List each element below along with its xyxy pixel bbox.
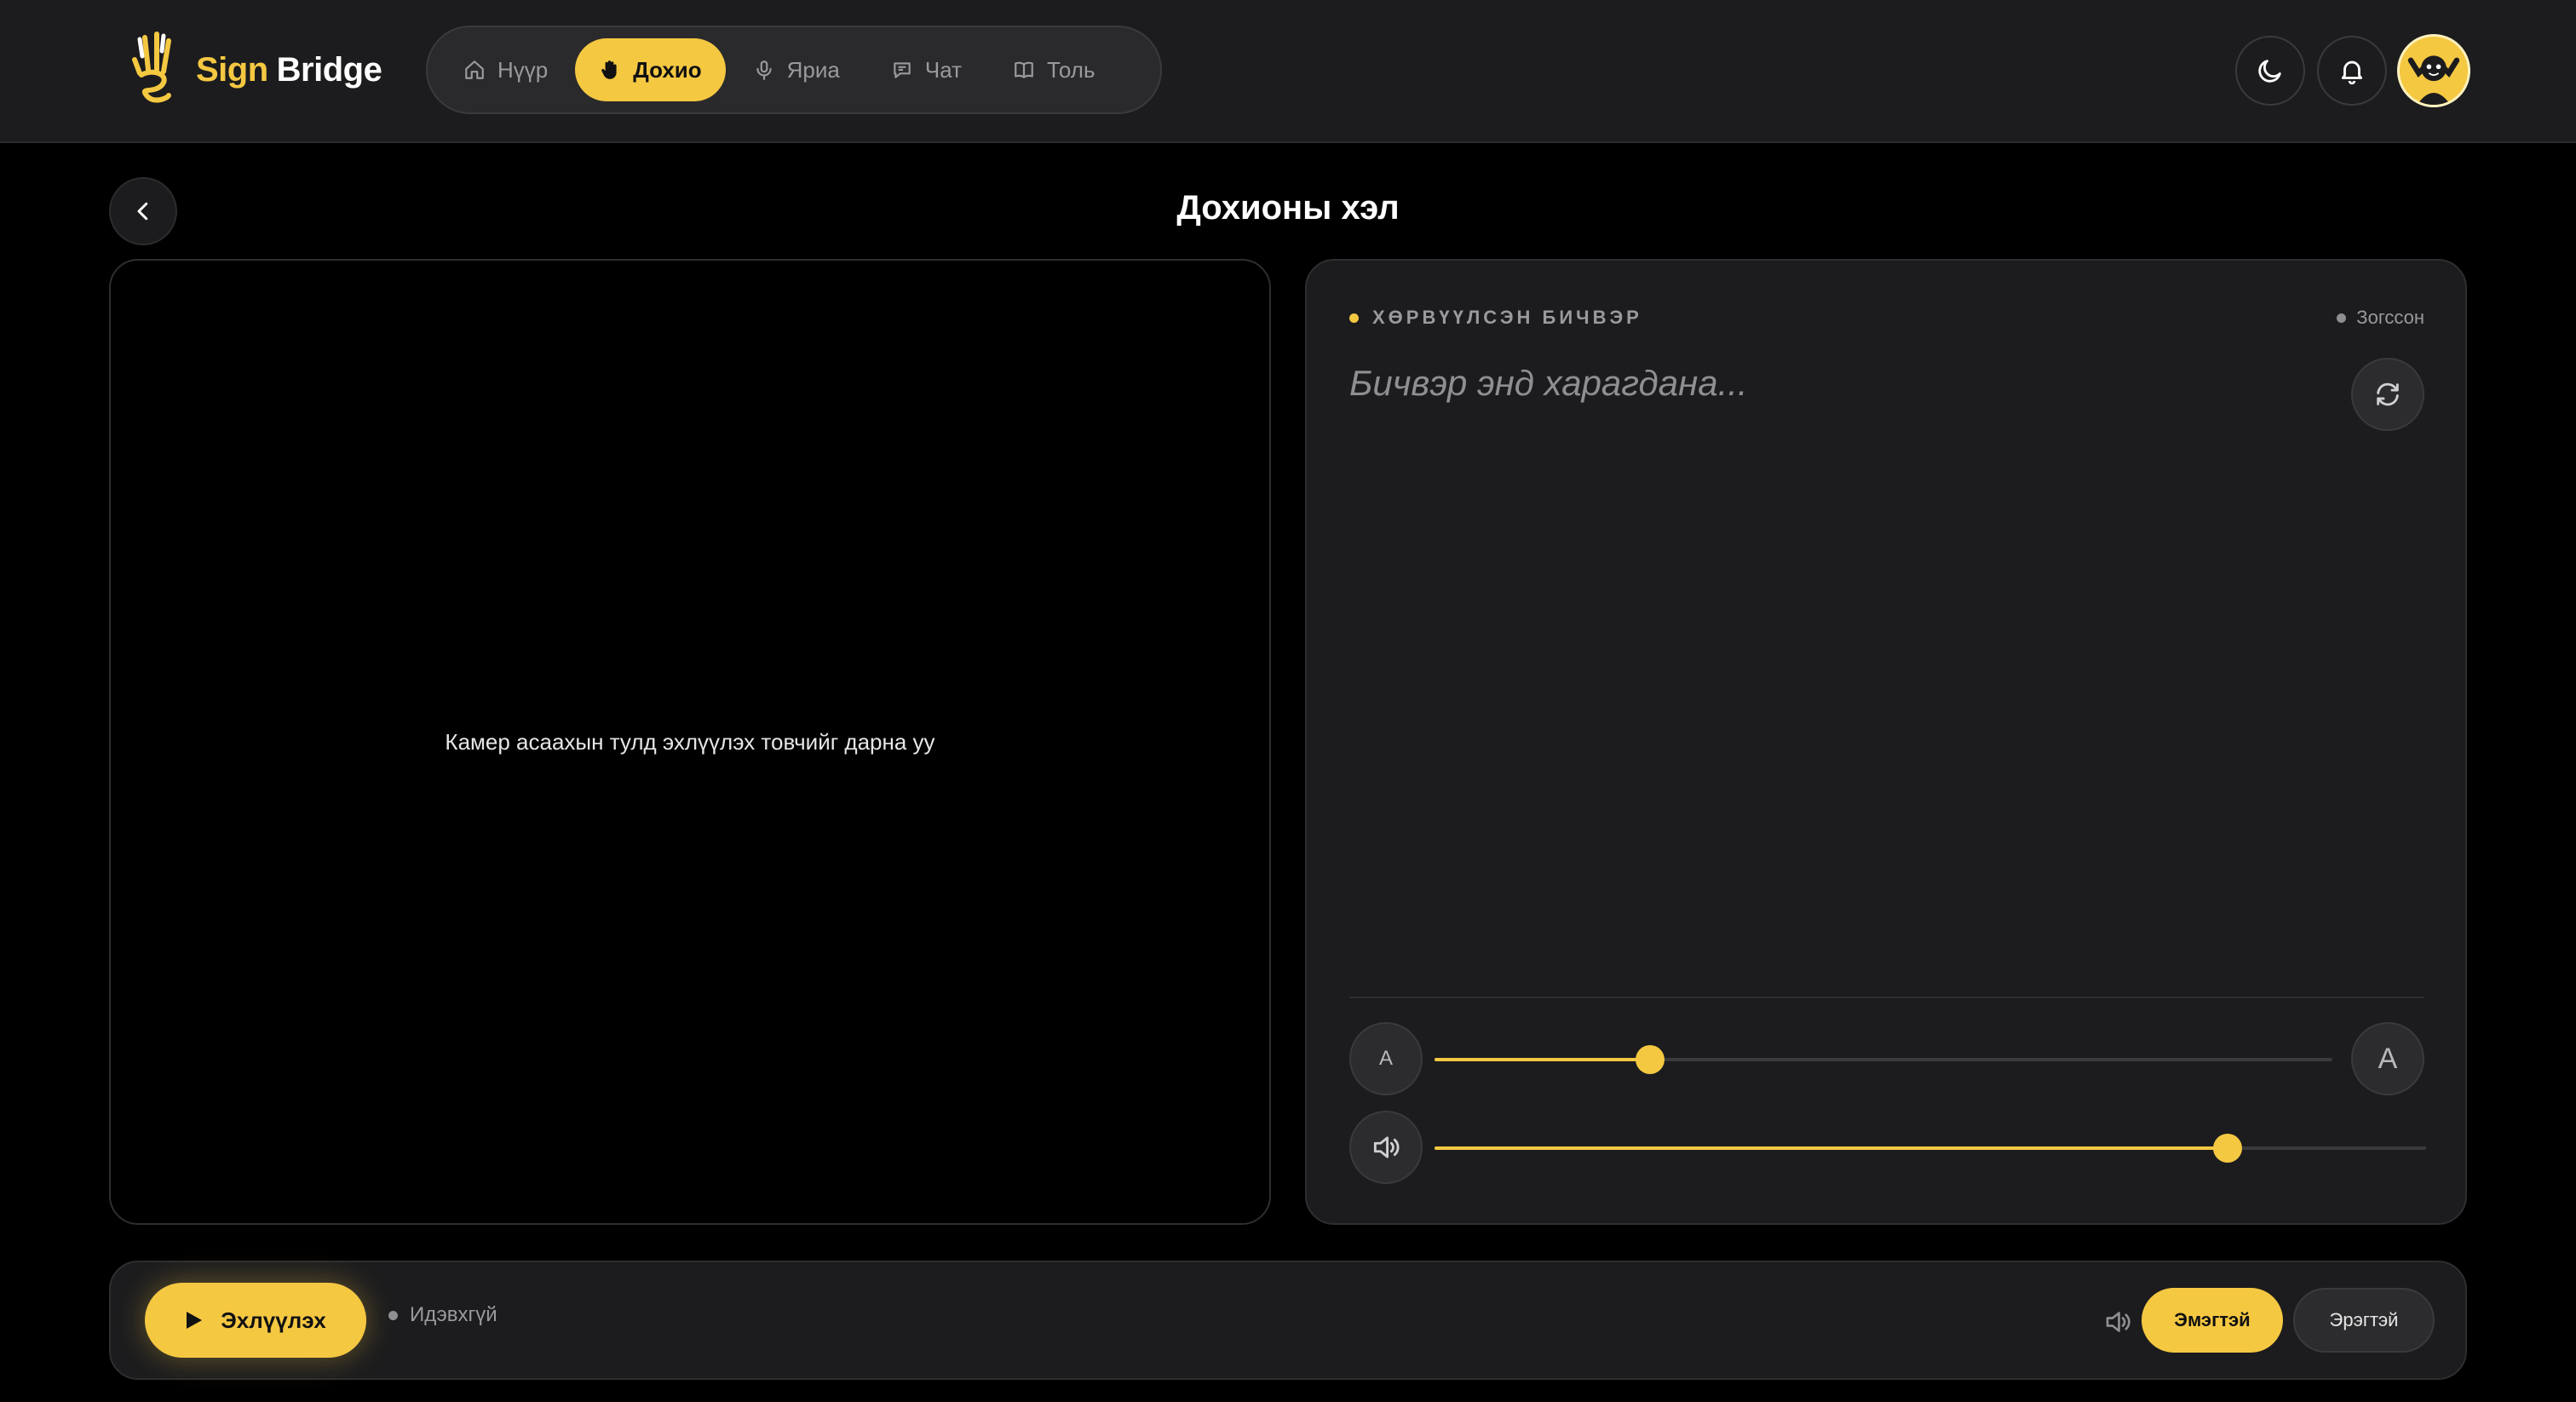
voice-male-button[interactable]: Эрэгтэй: [2293, 1288, 2435, 1353]
nav-item-home[interactable]: Нүүр: [440, 38, 572, 101]
user-avatar[interactable]: [2397, 34, 2470, 107]
translated-text: Бичвэр энд харагдана...: [1349, 363, 1748, 403]
status-dot: [388, 1310, 398, 1320]
refresh-icon: [2377, 382, 2399, 406]
clear-text-button[interactable]: [2351, 358, 2424, 431]
logo[interactable]: Sign Bridge: [128, 31, 382, 109]
recognition-status-text: Идэвхгүй: [410, 1303, 497, 1326]
nav-item-speech[interactable]: Яриа: [729, 38, 864, 101]
translated-text-panel: ХӨРВҮҮЛСЭН БИЧВЭР Зогссон Бичвэр энд хар…: [1305, 259, 2467, 1225]
volume-button[interactable]: [1349, 1111, 1423, 1184]
nav-item-dictionary[interactable]: Толь: [989, 38, 1118, 101]
nav-item-label: Толь: [1047, 56, 1095, 83]
home-icon: [465, 60, 484, 79]
status-dot: [2337, 313, 2347, 323]
panel-label-text: ХӨРВҮҮЛСЭН БИЧВЭР: [1372, 307, 1642, 328]
moon-icon: [2258, 60, 2281, 83]
nav-item-label: Дохио: [633, 56, 702, 83]
camera-preview: Камер асаахын тулд эхлүүлэх товчийг дарн…: [109, 259, 1271, 1225]
volume-slider[interactable]: [1435, 1134, 2426, 1163]
play-icon: [187, 1312, 203, 1329]
nav-item-sign[interactable]: Дохио: [575, 38, 726, 101]
voice-female-button[interactable]: Эмэгтэй: [2142, 1288, 2283, 1353]
main-nav: Нүүр Дохио Яриа Чат Толь: [426, 26, 1162, 114]
avatar-icon: [2400, 37, 2468, 105]
book-icon: [1015, 61, 1033, 78]
status-text: Зогссон: [2356, 307, 2424, 328]
control-bar: Эхлүүлэх Идэвхгүй Эмэгтэй Эрэгтэй: [109, 1261, 2467, 1380]
brand-name: Sign Bridge: [196, 51, 382, 89]
recognition-status: Идэвхгүй: [388, 1303, 497, 1327]
panel-label: ХӨРВҮҮЛСЭН БИЧВЭР: [1349, 307, 1642, 329]
font-increase-button[interactable]: A: [2351, 1022, 2424, 1095]
microphone-icon: [756, 60, 772, 80]
font-size-slider-handle[interactable]: [1635, 1045, 1665, 1074]
page-title: Дохионы хэл: [1176, 189, 1400, 227]
volume-slider-fill: [1435, 1146, 2228, 1150]
notifications-button[interactable]: [2317, 36, 2387, 106]
font-decrease-button[interactable]: A: [1349, 1022, 1423, 1095]
nav-item-label: Нүүр: [497, 56, 549, 83]
status-badge: Зогссон: [2337, 307, 2424, 329]
nav-item-label: Чат: [924, 56, 963, 83]
theme-toggle-button[interactable]: [2235, 36, 2305, 106]
brand-name-sign: Sign: [196, 50, 268, 89]
speaker-icon: [2106, 1312, 2130, 1332]
camera-hint: Камер асаахын тулд эхлүүлэх товчийг дарн…: [445, 728, 935, 755]
brand-name-bridge: Bridge: [276, 50, 382, 89]
font-size-slider-fill: [1435, 1058, 1650, 1061]
divider: [1349, 997, 2424, 998]
font-size-slider[interactable]: [1435, 1045, 2332, 1074]
status-dot: [1349, 313, 1359, 323]
bell-icon: [2341, 60, 2363, 85]
chat-icon: [894, 62, 911, 78]
volume-slider-handle[interactable]: [2213, 1134, 2243, 1163]
hand-icon: [601, 60, 617, 79]
hand-logo-icon: [132, 32, 171, 103]
start-button[interactable]: Эхлүүлэх: [145, 1283, 366, 1358]
start-button-label: Эхлүүлэх: [221, 1307, 326, 1333]
nav-item-label: Яриа: [786, 56, 840, 83]
nav-item-chat[interactable]: Чат: [867, 38, 986, 101]
speaker-icon: [1373, 1136, 1400, 1158]
top-header: Sign Bridge Нүүр Дохио Яриа Чат Толь: [0, 0, 2576, 143]
